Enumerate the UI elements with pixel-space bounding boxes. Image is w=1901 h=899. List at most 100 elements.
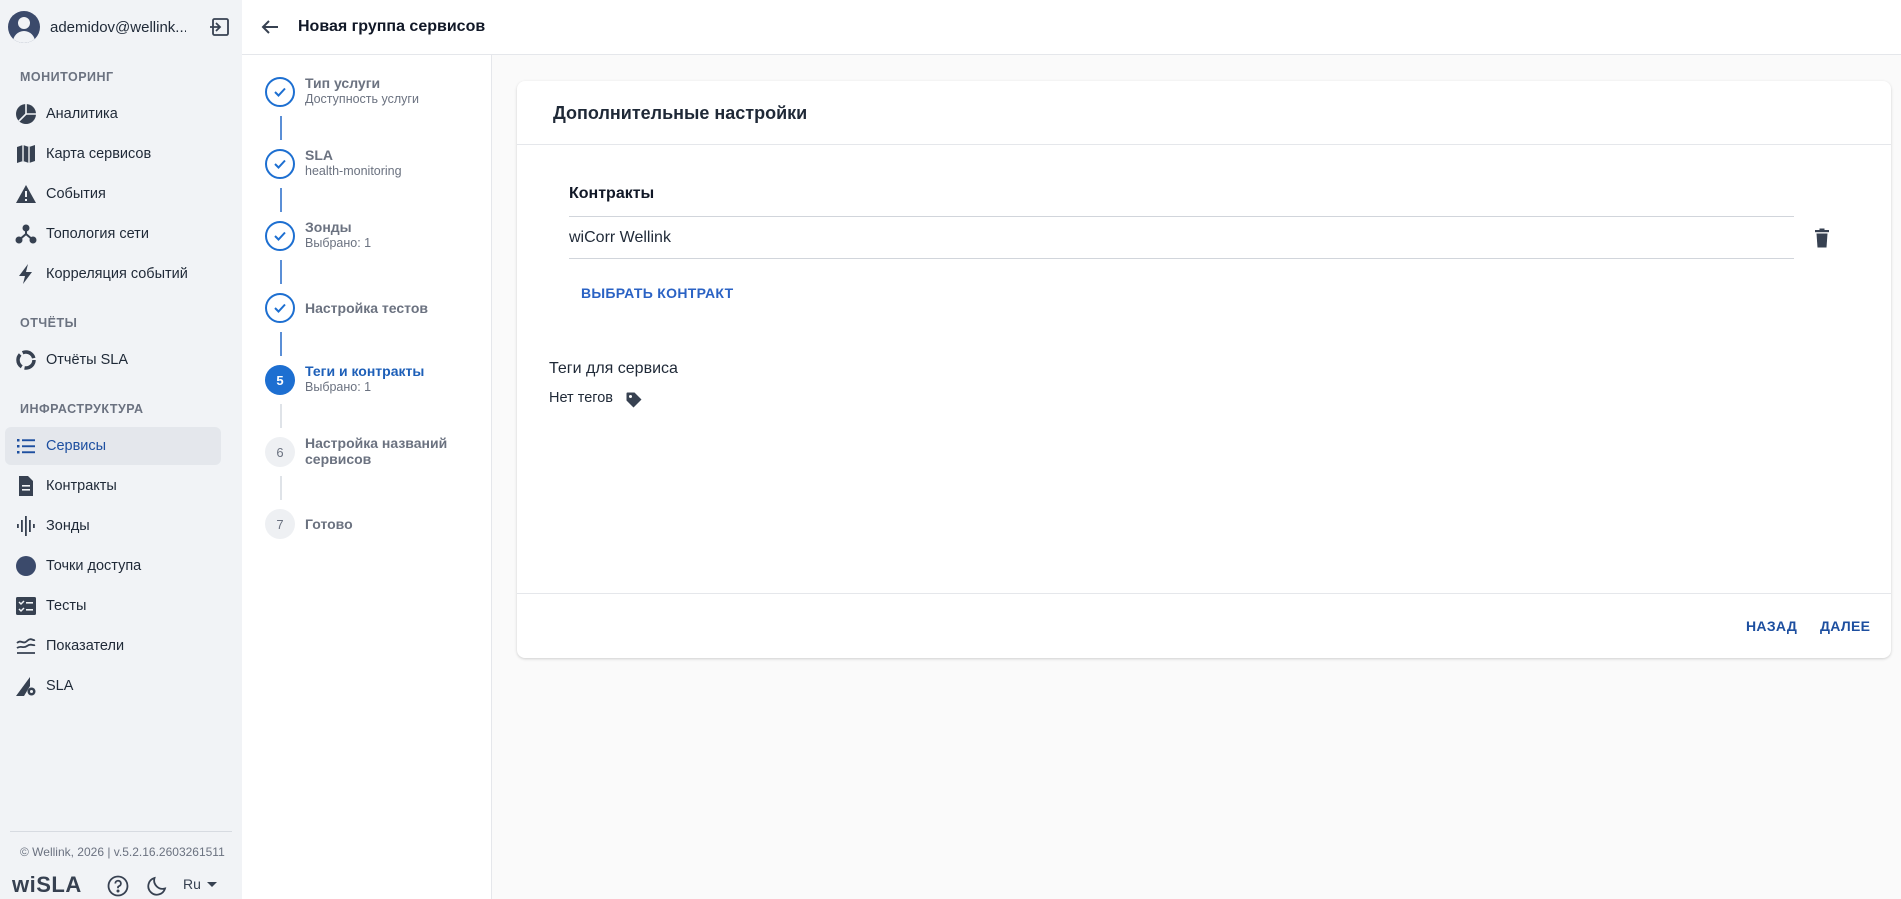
user-name: ademidov@wellink...	[50, 18, 186, 36]
card-footer-divider	[517, 593, 1891, 594]
sidebar-item-correlation[interactable]: Корреляция событий	[5, 255, 221, 293]
step-subtitle: health-monitoring	[305, 164, 402, 178]
list-icon	[14, 434, 38, 458]
step-connector	[280, 188, 282, 212]
check-icon	[265, 77, 295, 107]
sidebar-item-label: Контракты	[46, 478, 117, 494]
sidebar: ademidov@wellink... МОНИТОРИНГ Аналитика…	[0, 0, 242, 899]
sidebar-item-label: Точки доступа	[46, 558, 142, 574]
sidebar-item-label: Корреляция событий	[46, 266, 188, 282]
section-reports: ОТЧЁТЫ	[20, 316, 78, 330]
caret-down-icon	[206, 881, 217, 887]
contract-name: wiCorr Wellink	[569, 228, 671, 246]
user-row[interactable]: ademidov@wellink...	[0, 0, 242, 54]
step-service-type[interactable]: Тип услуги Доступность услуги	[265, 75, 419, 107]
access-point-icon	[14, 554, 38, 578]
step-title: Настройка тестов	[305, 300, 429, 316]
no-tags-text: Нет тегов	[549, 390, 614, 406]
pie-chart-icon	[14, 102, 38, 126]
sidebar-item-events[interactable]: События	[5, 175, 221, 213]
sidebar-item-label: Зонды	[46, 518, 90, 534]
check-icon	[265, 149, 295, 179]
tag-icon[interactable]	[625, 391, 643, 409]
metrics-icon	[14, 634, 38, 658]
sidebar-item-access-points[interactable]: Точки доступа	[5, 547, 221, 585]
warning-icon	[14, 182, 38, 206]
logout-icon[interactable]	[208, 15, 232, 39]
copyright: © Wellink, 2026 | v.5.2.16.2603261511	[20, 845, 225, 859]
sidebar-item-label: Показатели	[46, 638, 125, 654]
contract-row[interactable]: wiCorr Wellink	[569, 216, 1794, 259]
step-number: 6	[265, 437, 295, 467]
step-title: Настройка названий сервисов	[305, 435, 448, 467]
sidebar-item-label: Тесты	[46, 598, 87, 614]
sidebar-item-tests[interactable]: Тесты	[5, 587, 221, 625]
tags-label: Теги для сервиса	[549, 360, 678, 377]
step-connector	[280, 116, 282, 140]
probe-icon	[14, 514, 38, 538]
step-tags-contracts[interactable]: 5 Теги и контракты Выбрано: 1	[265, 363, 425, 395]
sidebar-item-label: Карта сервисов	[46, 146, 152, 162]
language-value: Ru	[183, 876, 201, 892]
step-connector	[280, 404, 282, 428]
step-test-settings[interactable]: Настройка тестов	[265, 293, 428, 323]
sidebar-item-analytics[interactable]: Аналитика	[5, 95, 221, 133]
sidebar-item-label: Аналитика	[46, 106, 118, 122]
step-subtitle: Доступность услуги	[305, 92, 419, 106]
sidebar-item-label: SLA	[46, 678, 74, 694]
sidebar-item-contracts[interactable]: Контракты	[5, 467, 221, 505]
donut-icon	[14, 348, 38, 372]
page-title: Новая группа сервисов	[298, 18, 486, 35]
step-sla[interactable]: SLA health-monitoring	[265, 147, 402, 179]
sidebar-item-label: Топология сети	[46, 226, 149, 242]
topology-icon	[14, 222, 38, 246]
lightning-icon	[14, 262, 38, 286]
back-arrow-icon[interactable]	[258, 15, 282, 39]
step-done[interactable]: 7 Готово	[265, 509, 353, 539]
back-button[interactable]: НАЗАД	[1746, 618, 1797, 634]
check-icon	[265, 293, 295, 323]
sidebar-item-probes[interactable]: Зонды	[5, 507, 221, 545]
sidebar-item-label: Сервисы	[46, 438, 107, 454]
delete-icon[interactable]	[1811, 227, 1833, 249]
step-probes[interactable]: Зонды Выбрано: 1	[265, 219, 372, 251]
step-title: Зонды	[305, 219, 352, 235]
step-number: 5	[265, 365, 295, 395]
help-icon[interactable]	[106, 874, 130, 898]
additional-settings-card: Дополнительные настройки Контракты wiCor…	[517, 81, 1891, 658]
step-service-names[interactable]: 6 Настройка названий сервисов	[265, 435, 455, 467]
avatar[interactable]	[8, 11, 40, 43]
choose-contract-button[interactable]: ВЫБРАТЬ КОНТРАКТ	[581, 285, 733, 301]
wisla-logo: wiSLA	[12, 872, 82, 897]
sidebar-item-metrics[interactable]: Показатели	[5, 627, 221, 665]
sidebar-item-sla[interactable]: SLA	[5, 667, 221, 705]
step-connector	[280, 476, 282, 500]
checklist-icon	[14, 594, 38, 618]
step-connector	[280, 332, 282, 356]
stepper: Тип услуги Доступность услуги SLA health…	[242, 55, 492, 899]
sidebar-footer-divider	[10, 831, 232, 832]
contracts-label: Контракты	[569, 185, 655, 202]
section-infrastructure: ИНФРАСТРУКТУРА	[20, 402, 144, 416]
language-select[interactable]: Ru	[183, 876, 217, 892]
sidebar-item-label: Отчёты SLA	[46, 352, 129, 368]
sidebar-item-label: События	[46, 186, 106, 202]
step-connector	[280, 260, 282, 284]
section-monitoring: МОНИТОРИНГ	[20, 70, 114, 84]
step-title: Готово	[305, 516, 353, 532]
document-icon	[14, 474, 38, 498]
check-icon	[265, 221, 295, 251]
step-number: 7	[265, 509, 295, 539]
step-title: Теги и контракты	[305, 363, 425, 379]
sidebar-item-sla-reports[interactable]: Отчёты SLA	[5, 341, 221, 379]
sidebar-item-services[interactable]: Сервисы	[5, 427, 221, 465]
dark-mode-icon[interactable]	[145, 874, 169, 898]
sidebar-item-topology[interactable]: Топология сети	[5, 215, 221, 253]
top-bar: Новая группа сервисов	[242, 0, 1901, 55]
map-icon	[14, 142, 38, 166]
step-title: SLA	[305, 147, 333, 163]
step-subtitle: Выбрано: 1	[305, 236, 372, 250]
next-button[interactable]: ДАЛЕЕ	[1820, 618, 1870, 634]
sidebar-item-service-map[interactable]: Карта сервисов	[5, 135, 221, 173]
sla-settings-icon	[14, 674, 38, 698]
